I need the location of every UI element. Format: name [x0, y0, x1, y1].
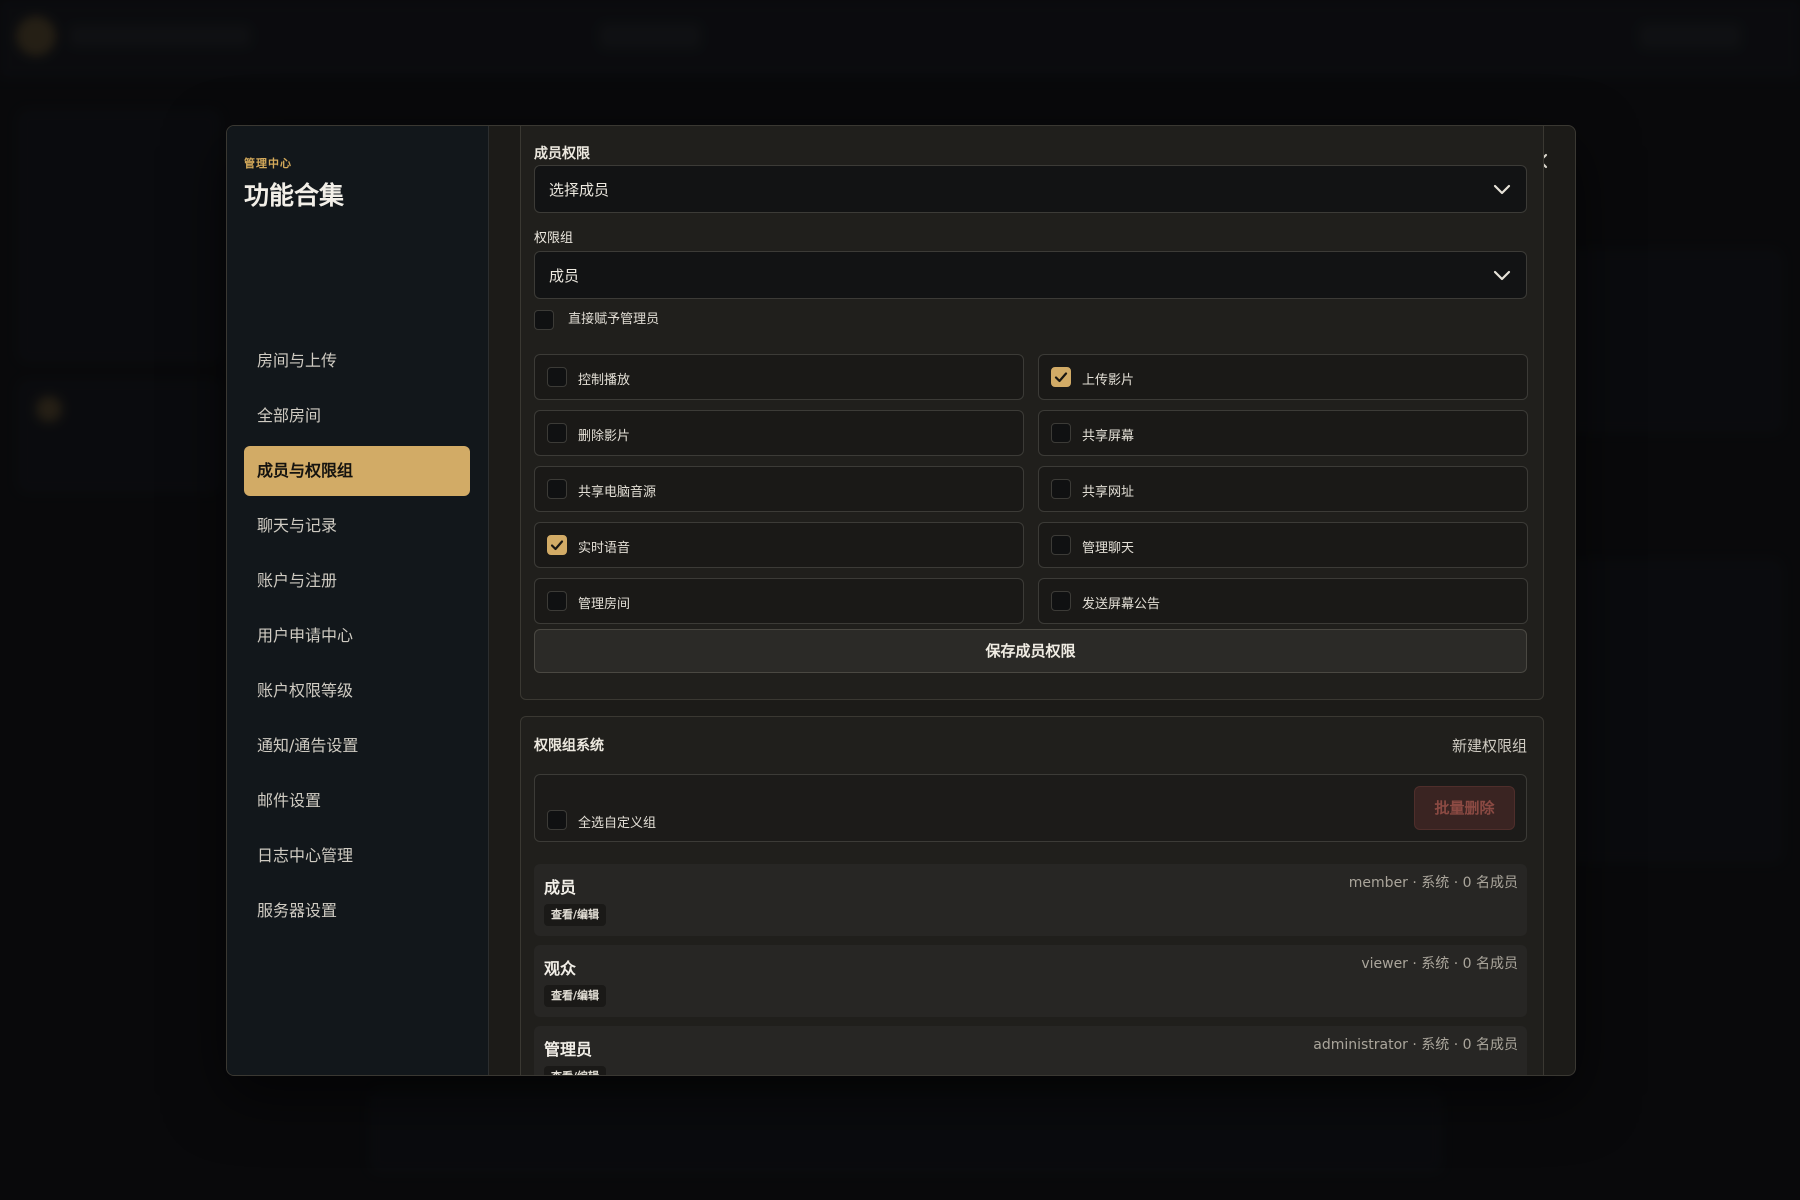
chevron-down-icon — [1493, 270, 1511, 281]
grant-admin-label: 直接赋予管理员 — [568, 312, 660, 327]
bulk-select-box: 全选自定义组 批量删除 — [534, 774, 1527, 842]
member-select[interactable]: 选择成员 — [534, 165, 1527, 213]
check-icon — [1054, 372, 1068, 383]
perm-checkbox[interactable] — [1051, 479, 1071, 499]
sidebar-item-user-applications[interactable]: 用户申请中心 — [244, 611, 470, 661]
perm-label: 共享电脑音源 — [578, 485, 657, 500]
bulk-delete-button[interactable]: 批量删除 — [1414, 786, 1515, 830]
perm-label: 发送屏幕公告 — [1082, 597, 1161, 612]
check-icon — [550, 540, 564, 551]
perm-upload-video[interactable]: 上传影片 — [1038, 354, 1528, 400]
group-select-value: 成员 — [549, 267, 580, 285]
sidebar: 管理中心 功能合集 房间与上传 全部房间 成员与权限组 聊天与记录 账户与注册 … — [227, 126, 489, 1075]
member-permissions-title: 成员权限 — [534, 146, 590, 162]
perm-share-audio[interactable]: 共享电脑音源 — [534, 466, 1024, 512]
perm-checkbox[interactable] — [1051, 423, 1071, 443]
group-row: 管理员 administrator · 系统 · 0 名成员 查看/编辑 — [534, 1026, 1527, 1075]
group-label: 权限组 — [534, 231, 574, 246]
sidebar-item-log-center[interactable]: 日志中心管理 — [244, 831, 470, 881]
group-name: 观众 — [544, 959, 577, 978]
perm-checkbox[interactable] — [1051, 535, 1071, 555]
sidebar-item-chat-records[interactable]: 聊天与记录 — [244, 501, 470, 551]
group-meta: viewer · 系统 · 0 名成员 — [1361, 956, 1518, 972]
perm-label: 共享网址 — [1082, 485, 1135, 500]
perm-label: 共享屏幕 — [1082, 429, 1135, 444]
select-all-checkbox[interactable] — [547, 810, 567, 830]
select-all-label: 全选自定义组 — [578, 816, 657, 831]
perm-label: 删除影片 — [578, 429, 631, 444]
group-meta: member · 系统 · 0 名成员 — [1348, 875, 1518, 891]
sidebar-item-server-settings[interactable]: 服务器设置 — [244, 886, 470, 936]
perm-delete-video[interactable]: 删除影片 — [534, 410, 1024, 456]
perm-live-voice[interactable]: 实时语音 — [534, 522, 1024, 568]
grant-admin-checkbox[interactable] — [534, 309, 554, 330]
perm-checkbox[interactable] — [547, 591, 567, 611]
group-name: 管理员 — [544, 1040, 593, 1059]
perm-checkbox[interactable] — [547, 535, 567, 555]
sidebar-eyebrow: 管理中心 — [244, 157, 292, 170]
sidebar-item-all-rooms[interactable]: 全部房间 — [244, 391, 470, 441]
chevron-down-icon — [1493, 184, 1511, 195]
save-member-permissions-button[interactable]: 保存成员权限 — [534, 629, 1527, 673]
sidebar-item-notifications[interactable]: 通知/通告设置 — [244, 721, 470, 771]
content-area: 成员权限 选择成员 权限组 成员 直接赋予管理员 控制播放 上传影片 删除影片 … — [520, 126, 1551, 1075]
group-row: 观众 viewer · 系统 · 0 名成员 查看/编辑 — [534, 945, 1527, 1017]
group-system-title: 权限组系统 — [534, 738, 604, 754]
sidebar-item-accounts-registration[interactable]: 账户与注册 — [244, 556, 470, 606]
sidebar-item-account-levels[interactable]: 账户权限等级 — [244, 666, 470, 716]
view-edit-button[interactable]: 查看/编辑 — [544, 904, 607, 926]
perm-manage-chat[interactable]: 管理聊天 — [1038, 522, 1528, 568]
perm-screen-announcement[interactable]: 发送屏幕公告 — [1038, 578, 1528, 624]
perm-manage-rooms[interactable]: 管理房间 — [534, 578, 1024, 624]
perm-label: 管理聊天 — [1082, 541, 1135, 556]
group-system-panel: 权限组系统 新建权限组 全选自定义组 批量删除 成员 member · 系统 ·… — [520, 716, 1544, 1075]
sidebar-title: 功能合集 — [244, 181, 345, 210]
perm-checkbox[interactable] — [547, 367, 567, 387]
perm-label: 管理房间 — [578, 597, 631, 612]
view-edit-button[interactable]: 查看/编辑 — [544, 1066, 607, 1075]
perm-label: 上传影片 — [1082, 373, 1135, 388]
sidebar-item-rooms-upload[interactable]: 房间与上传 — [244, 336, 470, 386]
sidebar-nav: 房间与上传 全部房间 成员与权限组 聊天与记录 账户与注册 用户申请中心 账户权… — [244, 336, 470, 941]
perm-checkbox[interactable] — [547, 423, 567, 443]
perm-share-url[interactable]: 共享网址 — [1038, 466, 1528, 512]
new-group-button[interactable]: 新建权限组 — [1452, 735, 1527, 756]
group-name: 成员 — [544, 878, 577, 897]
admin-modal: 管理中心 功能合集 房间与上传 全部房间 成员与权限组 聊天与记录 账户与注册 … — [226, 125, 1576, 1076]
perm-checkbox[interactable] — [1051, 367, 1071, 387]
perm-control-playback[interactable]: 控制播放 — [534, 354, 1024, 400]
group-row: 成员 member · 系统 · 0 名成员 查看/编辑 — [534, 864, 1527, 936]
perm-checkbox[interactable] — [1051, 591, 1071, 611]
sidebar-item-members-groups[interactable]: 成员与权限组 — [244, 446, 470, 496]
perm-checkbox[interactable] — [547, 479, 567, 499]
sidebar-item-mail-settings[interactable]: 邮件设置 — [244, 776, 470, 826]
view-edit-button[interactable]: 查看/编辑 — [544, 985, 607, 1007]
group-meta: administrator · 系统 · 0 名成员 — [1313, 1037, 1518, 1053]
perm-label: 实时语音 — [578, 541, 631, 556]
grant-admin-row[interactable]: 直接赋予管理员 — [534, 308, 659, 330]
member-select-value: 选择成员 — [549, 181, 610, 199]
group-select[interactable]: 成员 — [534, 251, 1527, 299]
perm-share-screen[interactable]: 共享屏幕 — [1038, 410, 1528, 456]
member-permissions-panel: 成员权限 选择成员 权限组 成员 直接赋予管理员 控制播放 上传影片 删除影片 … — [520, 126, 1544, 700]
perm-label: 控制播放 — [578, 373, 631, 388]
